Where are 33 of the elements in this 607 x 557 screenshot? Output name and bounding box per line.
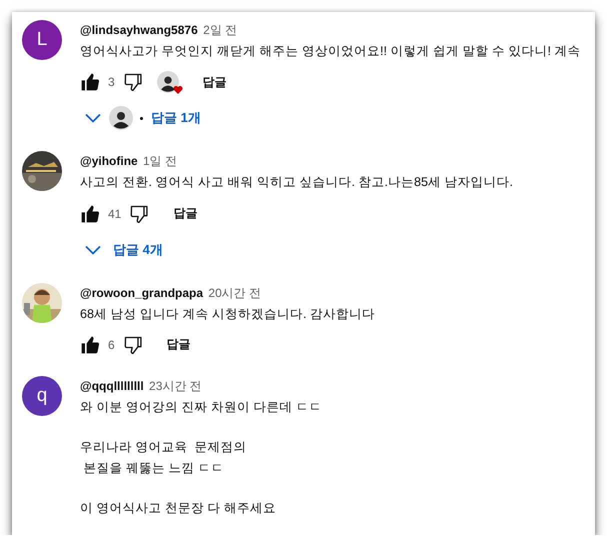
chevron-down-icon[interactable] bbox=[85, 244, 101, 255]
author-name[interactable]: @lindsayhwang5876 bbox=[80, 23, 198, 37]
comment-time: 1일 전 bbox=[143, 154, 178, 168]
thumbs-up-icon[interactable] bbox=[80, 334, 100, 355]
thumbs-down-icon[interactable] bbox=[129, 204, 150, 224]
view-replies-link[interactable]: 답글 1개 bbox=[151, 109, 201, 128]
dot-icon bbox=[140, 116, 143, 120]
person-avatar-icon bbox=[156, 71, 179, 94]
chevron-down-icon[interactable] bbox=[85, 113, 101, 124]
comment-text: 68세 남성 입니다 계속 시청하겠습니다. 감사합니다 bbox=[80, 306, 376, 323]
comment-text: 사고의 전환. 영어식 사고 배워 익히고 싶습니다. 참고.나는85세 남자입니다. bbox=[80, 174, 514, 192]
thumbs-down-icon[interactable] bbox=[122, 334, 143, 355]
avatar-letter[interactable]: L bbox=[22, 20, 62, 60]
comment-time: 23시간 전 bbox=[149, 378, 202, 393]
comment-time: 20시간 전 bbox=[208, 286, 262, 300]
like-count: 6 bbox=[108, 338, 115, 352]
comment-text: 영어식사고가 무엇인지 깨닫게 해주는 영상이었어요!! 이렇게 쉽게 말할 수 있다니! 계속 bbox=[80, 43, 582, 60]
thumbs-up-icon[interactable] bbox=[80, 204, 100, 224]
thumbs-down-icon[interactable] bbox=[122, 72, 143, 92]
comment-text: 와 이분 영어강의 진짜 차원이 다른데 ㄷㄷ 우리나라 영어교육 문제점의 본질을 꿰뚫는 느낌 ㄷㄷ 이 영어식사고 천문장 다 해주세요 bbox=[80, 398, 323, 518]
reply-button[interactable]: 답글 bbox=[163, 199, 208, 228]
view-replies-link[interactable]: 답글 4개 bbox=[113, 240, 163, 259]
author-name[interactable]: @yihofine bbox=[80, 154, 138, 168]
reply-button[interactable]: 답글 bbox=[156, 330, 201, 360]
person-avatar-icon bbox=[109, 106, 133, 130]
author-name[interactable]: @rowoon_grandpapa bbox=[80, 286, 204, 300]
author-name[interactable]: @qqqlllllllll bbox=[80, 378, 144, 393]
like-count: 3 bbox=[108, 75, 115, 90]
comment-time: 2일 전 bbox=[203, 23, 238, 37]
like-count: 41 bbox=[108, 206, 122, 221]
reply-button[interactable]: 답글 bbox=[192, 68, 237, 97]
avatar-letter[interactable]: q bbox=[22, 376, 62, 416]
thumbs-up-icon[interactable] bbox=[80, 72, 100, 92]
